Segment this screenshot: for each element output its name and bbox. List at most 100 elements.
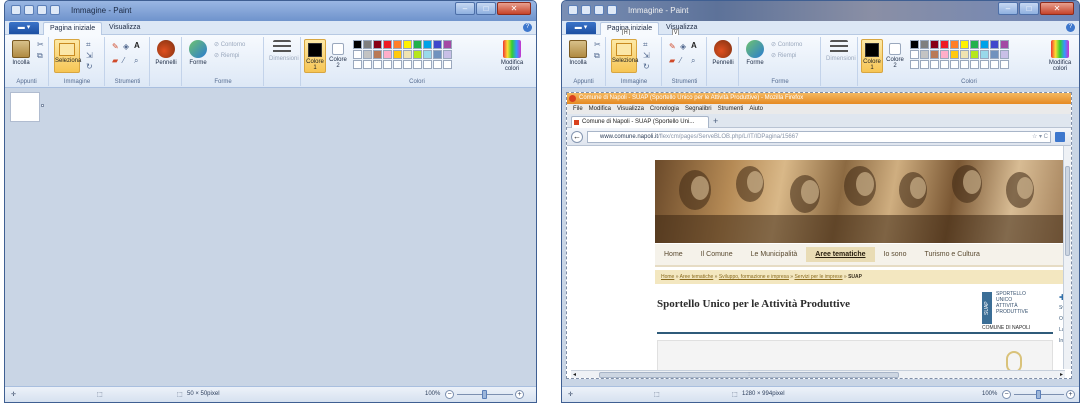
rotate-icon[interactable]: ↻ [643,63,651,71]
palette-swatch[interactable] [980,50,989,59]
custom-color-slot[interactable] [403,60,412,69]
custom-color-slot[interactable] [920,60,929,69]
custom-color-slot[interactable] [1000,60,1009,69]
undo-icon[interactable] [594,5,604,15]
fill-icon[interactable]: ◈ [123,43,131,51]
minimize-button[interactable]: – [998,2,1018,15]
shapes-button[interactable]: Forme [742,40,768,66]
browser-tab[interactable]: Comune di Napoli - SUAP (Sportello Uni..… [571,116,709,128]
undo-icon[interactable] [37,5,47,15]
bookmark-star-icon[interactable]: ☆ ▾ C [1032,132,1048,143]
copy-icon[interactable]: ⧉ [594,52,602,60]
image-canvas[interactable] [10,92,40,122]
palette-swatch[interactable] [363,50,372,59]
palette-swatch[interactable] [920,50,929,59]
magnifier-icon[interactable]: ⌕ [134,57,142,65]
custom-color-slot[interactable] [373,60,382,69]
file-menu-button[interactable]: ▬ ▾ [566,22,596,34]
outline-dropdown[interactable]: ⊘ Contorno [214,41,254,49]
zoom-slider-thumb[interactable] [1036,390,1041,399]
edit-colors-button[interactable]: Modifica colori [1045,40,1075,72]
resize-icon[interactable]: ⇲ [86,52,94,60]
color1-button[interactable]: Colore 1 [304,39,326,73]
size-button[interactable]: Dimensioni [826,40,856,62]
help-icon[interactable]: ? [1066,23,1075,32]
palette-swatch[interactable] [433,40,442,49]
custom-color-slot[interactable] [940,60,949,69]
url-bar[interactable]: www.comune.napoli.it/flex/cm/pages/Serve… [587,131,1051,143]
palette-swatch[interactable] [403,40,412,49]
save-icon[interactable] [24,5,34,15]
save-icon[interactable] [581,5,591,15]
custom-color-slot[interactable] [383,60,392,69]
maximize-button[interactable]: □ [1019,2,1039,15]
custom-color-slot[interactable] [930,60,939,69]
palette-swatch[interactable] [940,50,949,59]
minimize-button[interactable]: – [455,2,475,15]
custom-color-slot[interactable] [443,60,452,69]
palette-swatch[interactable] [910,40,919,49]
help-icon[interactable]: ? [523,23,532,32]
custom-color-slot[interactable] [353,60,362,69]
shapes-button[interactable]: Forme [185,40,211,66]
zoom-out-button[interactable]: − [1002,390,1011,399]
palette-swatch[interactable] [990,40,999,49]
palette-swatch[interactable] [443,50,452,59]
custom-color-slot[interactable] [413,60,422,69]
menu-help[interactable]: Aiuto [749,104,763,114]
palette-swatch[interactable] [970,40,979,49]
maximize-button[interactable]: □ [476,2,496,15]
menu-file[interactable]: File [573,104,583,114]
file-menu-button[interactable]: ▬ ▾ [9,22,39,34]
vertical-scrollbar[interactable] [1063,146,1071,369]
palette-swatch[interactable] [990,50,999,59]
custom-color-slot[interactable] [980,60,989,69]
palette-swatch[interactable] [393,50,402,59]
palette-swatch[interactable] [910,50,919,59]
tab-view[interactable]: Visualizza [660,22,703,35]
nav-comune[interactable]: Il Comune [692,251,742,258]
custom-color-slot[interactable] [950,60,959,69]
crop-icon[interactable]: ⌗ [86,41,94,49]
copy-icon[interactable]: ⧉ [37,52,45,60]
palette-swatch[interactable] [373,50,382,59]
crop-icon[interactable]: ⌗ [643,41,651,49]
menu-edit[interactable]: Modifica [589,104,611,114]
menu-bookmarks[interactable]: Segnalibri [685,104,712,114]
custom-color-slot[interactable] [910,60,919,69]
nav-home[interactable]: Home [655,251,692,258]
cut-icon[interactable]: ✂ [37,41,45,49]
tab-view[interactable]: Visualizza [103,22,146,35]
palette-swatch[interactable] [930,40,939,49]
nav-aree-tematiche[interactable]: Aree tematiche [806,247,875,262]
pencil-icon[interactable]: ✎ [112,43,120,51]
custom-color-slot[interactable] [960,60,969,69]
brushes-button[interactable]: Pennelli [153,40,179,66]
fill-dropdown[interactable]: ⊘ Riempi [214,52,254,60]
zoom-in-button[interactable]: + [515,390,524,399]
color2-button[interactable]: Colore 2 [884,40,906,69]
zoom-slider-thumb[interactable] [482,390,487,399]
palette-swatch[interactable] [353,40,362,49]
menu-view[interactable]: Visualizza [617,104,644,114]
color1-button[interactable]: Colore 1 [861,39,883,73]
eraser-icon[interactable]: ▰ [112,57,120,65]
palette-swatch[interactable] [960,40,969,49]
paint-app-icon[interactable] [568,5,578,15]
color2-button[interactable]: Colore 2 [327,40,349,69]
redo-icon[interactable] [607,5,617,15]
pasted-browser-screenshot[interactable]: Comune di Napoli - SUAP (Sportello Unico… [566,92,1072,379]
palette-swatch[interactable] [1000,50,1009,59]
fill-dropdown[interactable]: ⊘ Riempi [771,52,811,60]
extension-icon[interactable] [1055,132,1065,142]
custom-color-slot[interactable] [363,60,372,69]
text-icon[interactable]: A [691,42,699,50]
color-picker-icon[interactable]: ⁄ [123,57,131,65]
palette-swatch[interactable] [423,50,432,59]
custom-color-slot[interactable] [990,60,999,69]
menu-history[interactable]: Cronologia [650,104,679,114]
palette-swatch[interactable] [433,50,442,59]
tab-home[interactable]: Pagina iniziale [43,22,103,35]
palette-swatch[interactable] [363,40,372,49]
text-icon[interactable]: A [134,42,142,50]
